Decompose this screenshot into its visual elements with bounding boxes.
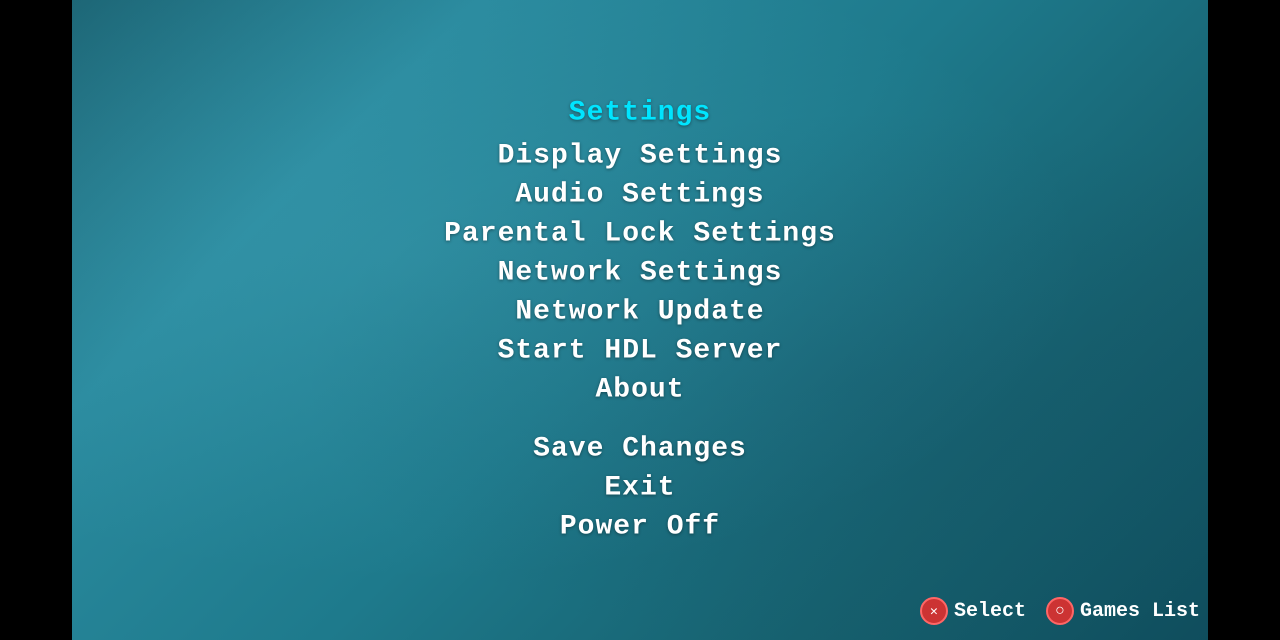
bottom-controls: Select Games List: [920, 597, 1200, 625]
games-list-label: Games List: [1080, 600, 1200, 623]
menu-item-network-settings[interactable]: Network Settings: [478, 254, 803, 293]
left-bar: [0, 0, 72, 640]
menu-item-about[interactable]: About: [575, 371, 704, 410]
menu-container: Settings Display Settings Audio Settings…: [424, 94, 856, 547]
menu-item-start-hdl-server[interactable]: Start HDL Server: [478, 332, 803, 371]
menu-item-power-off[interactable]: Power Off: [540, 508, 740, 547]
main-screen: Settings Display Settings Audio Settings…: [0, 0, 1280, 640]
menu-item-audio-settings[interactable]: Audio Settings: [495, 176, 784, 215]
menu-item-network-update[interactable]: Network Update: [495, 293, 784, 332]
menu-item-save-changes[interactable]: Save Changes: [513, 430, 767, 469]
circle-button[interactable]: [1046, 597, 1074, 625]
select-control[interactable]: Select: [920, 597, 1026, 625]
menu-title: Settings: [549, 94, 731, 133]
x-button[interactable]: [920, 597, 948, 625]
menu-item-parental-lock-settings[interactable]: Parental Lock Settings: [424, 215, 856, 254]
games-list-control[interactable]: Games List: [1046, 597, 1200, 625]
right-bar: [1208, 0, 1280, 640]
select-label: Select: [954, 600, 1026, 623]
menu-item-exit[interactable]: Exit: [584, 469, 695, 508]
menu-item-display-settings[interactable]: Display Settings: [478, 137, 803, 176]
